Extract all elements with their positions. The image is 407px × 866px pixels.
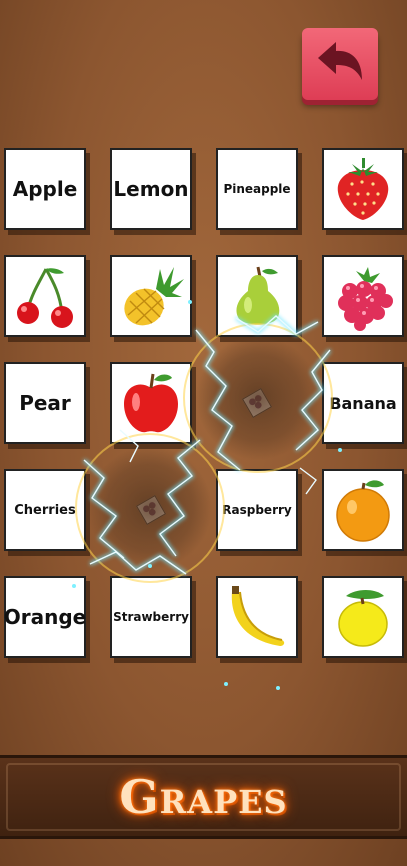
card-image-lemon[interactable] [322,576,404,658]
grapes-icon [143,502,156,516]
matched-mini-card [241,387,273,419]
card-word-orange[interactable]: Orange [4,576,86,658]
card-word-label: Pineapple [223,182,291,196]
raspberry-icon [338,267,393,331]
card-word-lemon[interactable]: Lemon [110,148,192,230]
back-button[interactable] [302,28,378,100]
grapes-icon [249,395,262,409]
card-image-strawberry[interactable] [322,148,404,230]
card-word-label: Strawberry [113,610,189,624]
target-word-banner: Grapes [0,755,407,839]
card-word-pear[interactable]: Pear [4,362,86,444]
matched-mini-card [135,494,167,526]
target-word: Grapes [119,770,288,824]
apple-icon [124,373,178,433]
card-word-label: Raspberry [222,503,292,517]
card-word-banana[interactable]: Banana [322,362,404,444]
card-word-raspberry[interactable]: Raspberry [216,469,298,551]
card-image-banana[interactable] [216,576,298,658]
card-matched[interactable] [216,362,298,444]
card-image-orange[interactable] [322,469,404,551]
card-word-label: Pear [19,391,71,415]
card-word-pineapple[interactable]: Pineapple [216,148,298,230]
pear-icon [236,266,280,325]
card-word-strawberry[interactable]: Strawberry [110,576,192,658]
card-word-label: Orange [3,605,87,629]
pineapple-icon [124,267,184,326]
lemon-icon [338,590,388,647]
card-word-label: Banana [329,393,397,413]
card-image-raspberry[interactable] [322,255,404,337]
card-image-pineapple[interactable] [110,255,192,337]
banana-icon [231,586,285,646]
card-image-apple[interactable] [110,362,192,444]
card-matched[interactable] [110,469,192,551]
card-word-label: Apple [12,177,78,201]
card-word-label: Cherries [14,502,76,518]
card-image-cherries[interactable] [4,255,86,337]
cherries-icon [17,268,73,328]
card-word-label: Lemon [113,177,189,201]
back-arrow-icon [318,42,362,80]
strawberry-icon [337,158,389,220]
orange-icon [336,480,390,542]
card-word-cherries[interactable]: Cherries [4,469,86,551]
card-image-pear[interactable] [216,255,298,337]
card-word-apple[interactable]: Apple [4,148,86,230]
